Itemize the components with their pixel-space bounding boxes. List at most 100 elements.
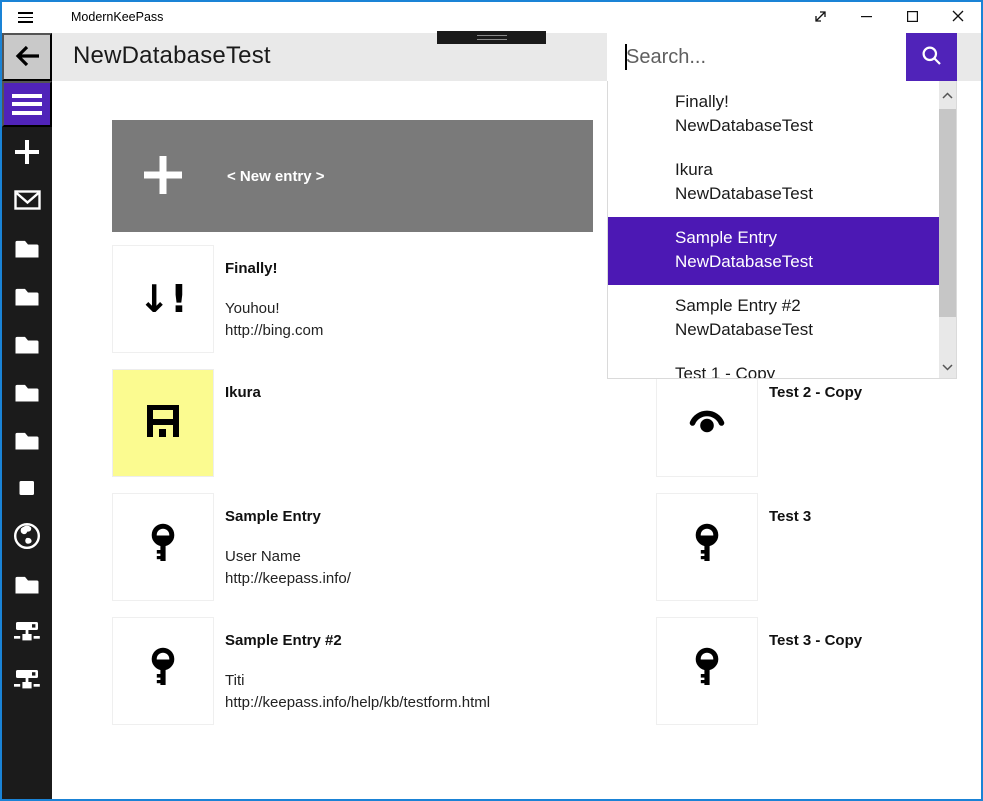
folder-icon bbox=[13, 572, 41, 599]
entry-subtitle: Titihttp://keepass.info/help/kb/testform… bbox=[225, 670, 490, 714]
floppy-disk-icon bbox=[143, 401, 183, 446]
minimize-button[interactable] bbox=[843, 2, 889, 33]
key-icon bbox=[684, 522, 730, 573]
sidebar-menu-button[interactable] bbox=[2, 81, 52, 127]
entry-item[interactable]: Sample Entry #2 Titihttp://keepass.info/h… bbox=[112, 617, 582, 725]
network-icon bbox=[13, 619, 41, 647]
down-arrow-exclamation-icon: ↓! bbox=[138, 280, 187, 318]
sidebar-item-folder-4[interactable] bbox=[2, 331, 52, 359]
suggestion-item[interactable]: Sample EntryNewDatabaseTest bbox=[608, 217, 941, 285]
entry-item[interactable]: Ikura bbox=[112, 369, 582, 477]
key-icon bbox=[684, 646, 730, 697]
sidebar-item-page-7[interactable] bbox=[2, 475, 52, 503]
resize-diagonal-button[interactable] bbox=[797, 2, 843, 33]
entry-tile bbox=[112, 493, 214, 601]
entry-item[interactable]: Test 3 - Copy bbox=[656, 617, 983, 725]
search-suggestions-dropdown: Finally!NewDatabaseTestIkuraNewDatabaseT… bbox=[607, 81, 957, 379]
folder-icon bbox=[13, 380, 41, 407]
folder-icon bbox=[13, 284, 41, 311]
sidebar-item-folder-2[interactable] bbox=[2, 235, 52, 263]
entry-tile bbox=[656, 369, 758, 477]
search-icon bbox=[920, 44, 943, 70]
sidebar-item-network-10[interactable] bbox=[2, 619, 52, 647]
entry-title: Test 3 bbox=[769, 508, 811, 526]
sidebar-item-folder-9[interactable] bbox=[2, 571, 52, 599]
window-controls bbox=[797, 2, 981, 33]
folder-icon bbox=[13, 236, 41, 263]
resize-diagonal-icon bbox=[813, 9, 828, 27]
new-entry-button[interactable]: < New entry > bbox=[112, 120, 593, 232]
entry-title: Finally! bbox=[225, 260, 323, 278]
dropdown-scrollbar[interactable] bbox=[939, 81, 956, 379]
entry-item[interactable]: Sample Entry User Namehttp://keepass.info… bbox=[112, 493, 582, 601]
entry-item[interactable]: Test 2 - Copy bbox=[656, 369, 983, 477]
entry-tile: ↓! bbox=[112, 245, 214, 353]
key-icon bbox=[140, 646, 186, 697]
suggestion-item[interactable]: Test 1 - Copy bbox=[608, 353, 941, 379]
close-icon bbox=[952, 10, 964, 25]
minimize-icon bbox=[861, 10, 872, 25]
entry-text: Finally! Youhou!http://bing.com bbox=[214, 245, 323, 353]
titlebar: ModernKeePass bbox=[2, 2, 981, 33]
close-button[interactable] bbox=[935, 2, 981, 33]
suggestion-subtitle: NewDatabaseTest bbox=[675, 318, 941, 342]
network-icon bbox=[13, 667, 41, 695]
folder-icon bbox=[13, 428, 41, 455]
scroll-up-icon[interactable] bbox=[939, 85, 956, 105]
entry-title: Test 3 - Copy bbox=[769, 632, 862, 650]
sidebar-item-folder-5[interactable] bbox=[2, 379, 52, 407]
hamburger-icon[interactable] bbox=[18, 12, 33, 23]
entry-tile bbox=[112, 617, 214, 725]
sidebar-item-folder-6[interactable] bbox=[2, 427, 52, 455]
search-box bbox=[607, 33, 957, 81]
suggestion-title: Ikura bbox=[675, 158, 941, 182]
search-input[interactable] bbox=[607, 33, 906, 81]
entry-title: Sample Entry #2 bbox=[225, 632, 490, 650]
sidebar bbox=[2, 33, 52, 799]
suggestion-item[interactable]: Sample Entry #2NewDatabaseTest bbox=[608, 285, 941, 353]
entry-item[interactable]: ↓! Finally! Youhou!http://bing.com bbox=[112, 245, 582, 353]
maximize-button[interactable] bbox=[889, 2, 935, 33]
entry-text: Ikura bbox=[214, 369, 261, 477]
scroll-down-icon[interactable] bbox=[939, 357, 956, 377]
entry-text: Sample Entry #2 Titihttp://keepass.info/h… bbox=[214, 617, 490, 725]
sidebar-item-network-11[interactable] bbox=[2, 667, 52, 695]
mail-icon bbox=[14, 190, 41, 213]
suggestion-list: Finally!NewDatabaseTestIkuraNewDatabaseT… bbox=[608, 81, 956, 379]
plus-icon bbox=[14, 139, 40, 168]
sidebar-item-globe-8[interactable] bbox=[2, 523, 52, 551]
entry-subtitle: Youhou!http://bing.com bbox=[225, 298, 323, 342]
key-icon bbox=[140, 522, 186, 573]
entry-text: Test 3 bbox=[758, 493, 811, 601]
sidebar-item-mail-1[interactable] bbox=[2, 187, 52, 215]
suggestion-item[interactable]: IkuraNewDatabaseTest bbox=[608, 149, 941, 217]
sidebar-item-folder-3[interactable] bbox=[2, 283, 52, 311]
entry-title: Ikura bbox=[225, 384, 261, 402]
entry-item[interactable]: Test 3 bbox=[656, 493, 983, 601]
eye-arc-icon bbox=[684, 398, 730, 449]
back-button[interactable] bbox=[2, 33, 52, 81]
sidebar-item-plus-0[interactable] bbox=[2, 139, 52, 167]
globe-icon bbox=[13, 522, 41, 553]
folder-icon bbox=[13, 332, 41, 359]
entry-subtitle: User Namehttp://keepass.info/ bbox=[225, 546, 351, 590]
suggestion-item[interactable]: Finally!NewDatabaseTest bbox=[608, 81, 941, 149]
entry-text: Test 3 - Copy bbox=[758, 617, 862, 725]
suggestion-title: Finally! bbox=[675, 90, 941, 114]
commandbar-grabber[interactable] bbox=[437, 31, 546, 44]
page-icon bbox=[19, 480, 35, 499]
scrollbar-thumb[interactable] bbox=[939, 109, 956, 317]
entry-tile bbox=[112, 369, 214, 477]
maximize-icon bbox=[907, 10, 918, 25]
entry-title: Sample Entry bbox=[225, 508, 351, 526]
entry-tile bbox=[656, 617, 758, 725]
suggestion-subtitle: NewDatabaseTest bbox=[675, 114, 941, 138]
suggestion-subtitle: NewDatabaseTest bbox=[675, 250, 941, 274]
app-title: ModernKeePass bbox=[71, 10, 163, 24]
suggestion-title: Test 1 - Copy bbox=[675, 362, 941, 379]
suggestion-title: Sample Entry #2 bbox=[675, 294, 941, 318]
app-window: ModernKeePass NewDatabaseTest Finally!Ne… bbox=[0, 0, 983, 801]
plus-icon bbox=[143, 155, 183, 198]
search-button[interactable] bbox=[906, 33, 957, 81]
text-caret bbox=[625, 44, 627, 70]
